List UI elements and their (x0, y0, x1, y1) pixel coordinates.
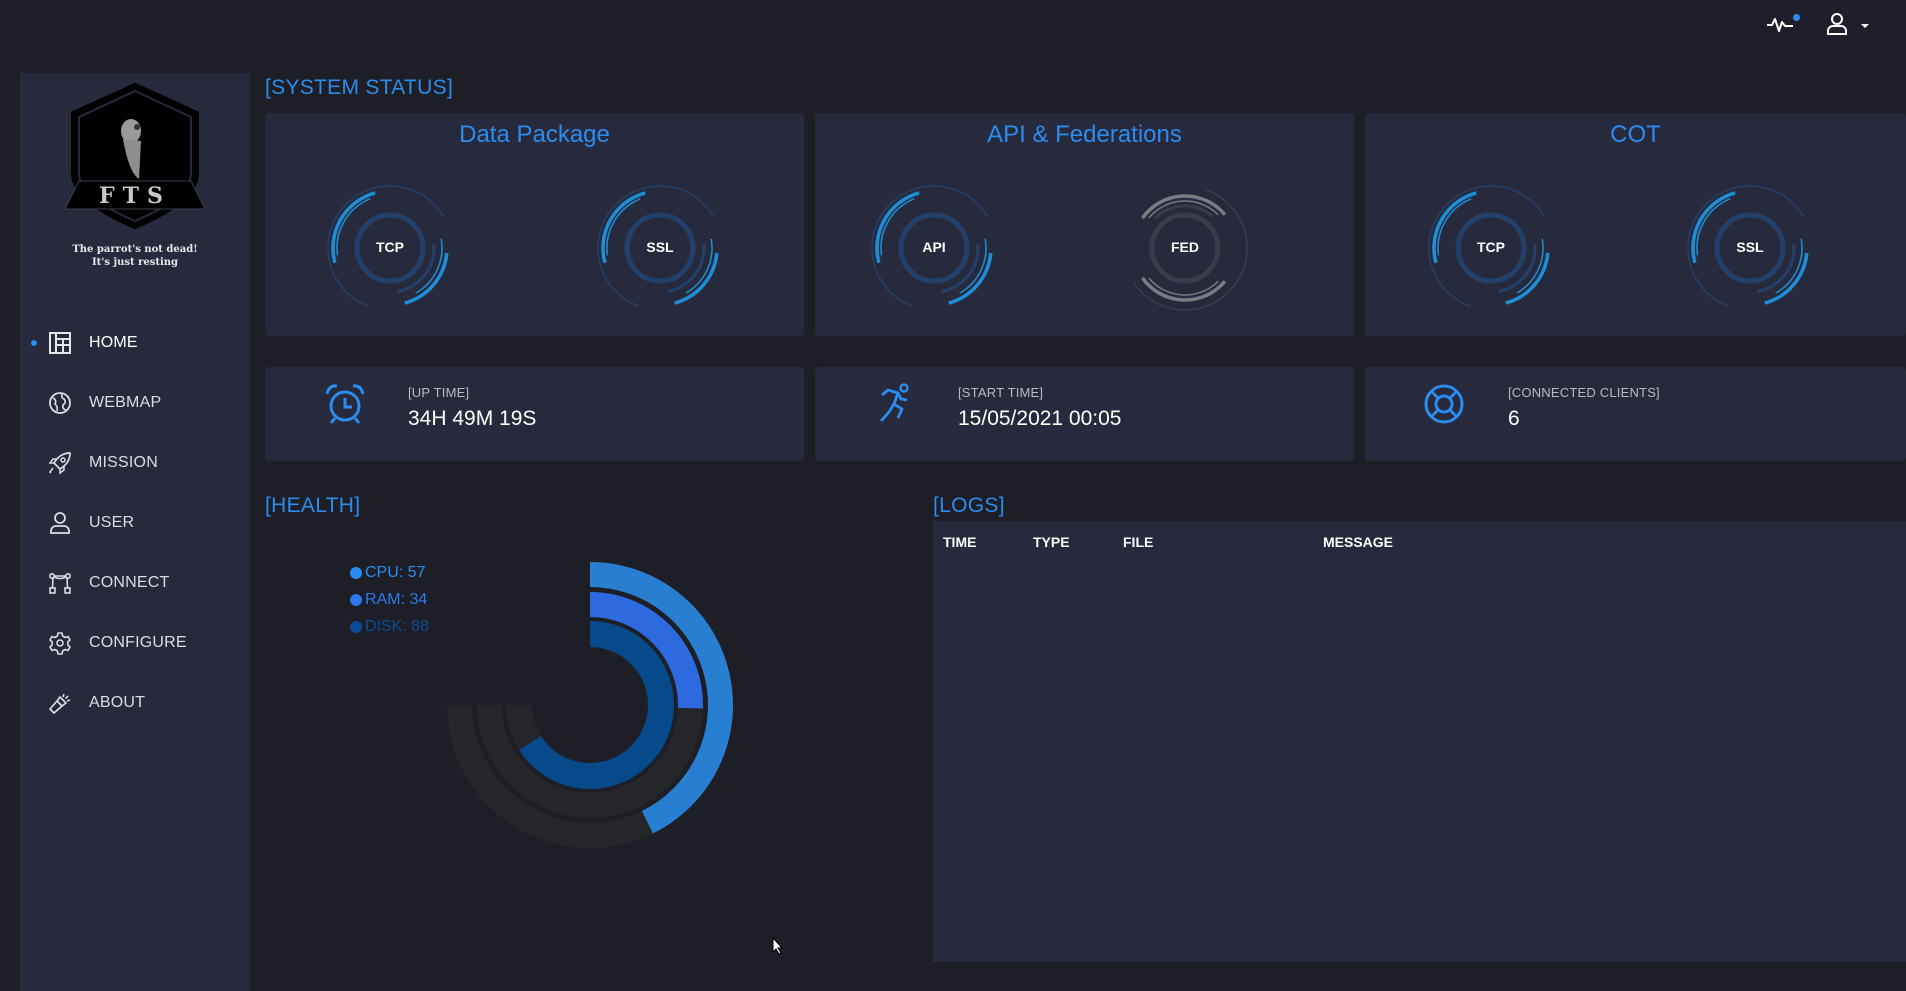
health-legend: CPU: 57 RAM: 34 DISK: 88 (350, 559, 429, 640)
tagline-line-1: The parrot's not dead! (72, 244, 198, 255)
sidebar-item-webmap[interactable]: WEBMAP (20, 373, 250, 433)
stat-card-uptime: [UP TIME] 34H 49M 19S (265, 367, 804, 461)
card-title: COT (1610, 121, 1661, 148)
sidebar-item-label: CONFIGURE (89, 634, 187, 651)
sidebar-item-label: CONNECT (89, 574, 170, 591)
gauge-label: API (922, 239, 946, 255)
logs-table: TIME TYPE FILE MESSAGE (933, 521, 1906, 962)
sidebar-item-home[interactable]: HOME (20, 313, 250, 373)
legend-item-cpu[interactable]: CPU: 57 (350, 559, 429, 586)
sidebar-item-label: MISSION (89, 454, 158, 471)
sidebar-item-connect[interactable]: CONNECT (20, 553, 250, 613)
legend-dot (350, 620, 362, 633)
system-status-title: [SYSTEM STATUS] (265, 76, 454, 99)
sidebar-item-label: WEBMAP (89, 394, 162, 411)
column-header-file[interactable]: FILE (1123, 534, 1153, 550)
legend-label: CPU: 57 (365, 563, 426, 581)
stat-card-connected-clients: [CONNECTED CLIENTS] 6 (1365, 367, 1906, 461)
gauge-label: FED (1171, 239, 1199, 255)
card-title: Data Package (459, 121, 610, 148)
gauge-label: SSL (1736, 239, 1764, 255)
flashlight-icon (49, 693, 71, 714)
globe-icon (49, 392, 71, 414)
column-header-time[interactable]: TIME (943, 534, 976, 550)
status-card-api-federations: API & Federations API FED (815, 113, 1354, 336)
lifebuoy-icon (1424, 384, 1464, 424)
stat-value: 34H 49M 19S (408, 407, 537, 430)
top-bar (0, 0, 1906, 60)
gauge-tcp[interactable]: TCP (320, 178, 460, 318)
gear-icon (49, 632, 71, 655)
fts-logo[interactable]: FTS (57, 81, 213, 231)
health-title: [HEALTH] (265, 494, 361, 517)
tagline-line-2: It's just resting (91, 257, 179, 268)
radial-bar-disk[interactable] (519, 621, 674, 789)
stat-card-start-time: [START TIME] 15/05/2021 00:05 (815, 367, 1354, 461)
legend-dot (350, 593, 362, 606)
mouse-cursor (772, 937, 784, 955)
sidebar-item-configure[interactable]: CONFIGURE (20, 613, 250, 673)
gauge-label: TCP (376, 239, 404, 255)
stat-label: [START TIME] (958, 385, 1044, 400)
gauge-label: TCP (1477, 239, 1505, 255)
health-radial-chart (447, 562, 733, 848)
notification-dot (1793, 14, 1800, 21)
status-card-cot: COT TCP SSL (1365, 113, 1906, 336)
legend-dot (350, 566, 362, 579)
sidebar-item-user[interactable]: USER (20, 493, 250, 553)
gauge-tcp[interactable]: TCP (1421, 178, 1561, 318)
dashboard-icon (49, 332, 71, 354)
stat-value: 15/05/2021 00:05 (958, 407, 1122, 430)
sidebar-item-about[interactable]: ABOUT (20, 673, 250, 733)
column-header-type[interactable]: TYPE (1033, 534, 1070, 550)
gauge-ssl[interactable]: SSL (1680, 178, 1820, 318)
running-man-icon (879, 383, 909, 422)
pulse-icon[interactable] (1766, 12, 1794, 36)
tagline: The parrot's not dead! It's just resting (20, 243, 250, 269)
gauge-api[interactable]: API (864, 178, 1004, 318)
column-header-message[interactable]: MESSAGE (1323, 534, 1393, 550)
legend-label: RAM: 34 (365, 590, 428, 608)
stat-label: [UP TIME] (408, 385, 470, 400)
caret-down-icon[interactable] (1861, 24, 1869, 28)
card-title: API & Federations (987, 121, 1182, 148)
sidebar-item-label: HOME (89, 334, 138, 351)
logo-text: FTS (99, 183, 171, 209)
active-indicator (31, 340, 37, 346)
stat-label: [CONNECTED CLIENTS] (1508, 385, 1660, 400)
sidebar-item-mission[interactable]: MISSION (20, 433, 250, 493)
legend-label: DISK: 88 (365, 617, 430, 635)
gauge-label: SSL (646, 239, 674, 255)
sidebar-item-label: ABOUT (89, 694, 146, 711)
nodes-icon (48, 572, 71, 594)
legend-item-ram[interactable]: RAM: 34 (350, 586, 429, 613)
sidebar-nav: HOME WEBMAP MISSION USER CONNECT CONFIGU… (20, 313, 250, 733)
gauge-fed[interactable]: FED (1115, 178, 1255, 318)
sidebar-item-label: USER (89, 514, 135, 531)
stat-value: 6 (1508, 407, 1520, 430)
sidebar: FTS The parrot's not dead! It's just res… (20, 73, 250, 991)
gauge-ssl[interactable]: SSL (590, 178, 730, 318)
user-icon[interactable] (1826, 12, 1848, 36)
alarm-clock-icon (325, 384, 365, 424)
legend-item-disk[interactable]: DISK: 88 (350, 613, 429, 640)
status-card-data-package: Data Package TCP SSL (265, 113, 804, 336)
user-icon (50, 512, 70, 534)
rocket-icon (48, 452, 71, 475)
logs-title: [LOGS] (933, 494, 1005, 517)
